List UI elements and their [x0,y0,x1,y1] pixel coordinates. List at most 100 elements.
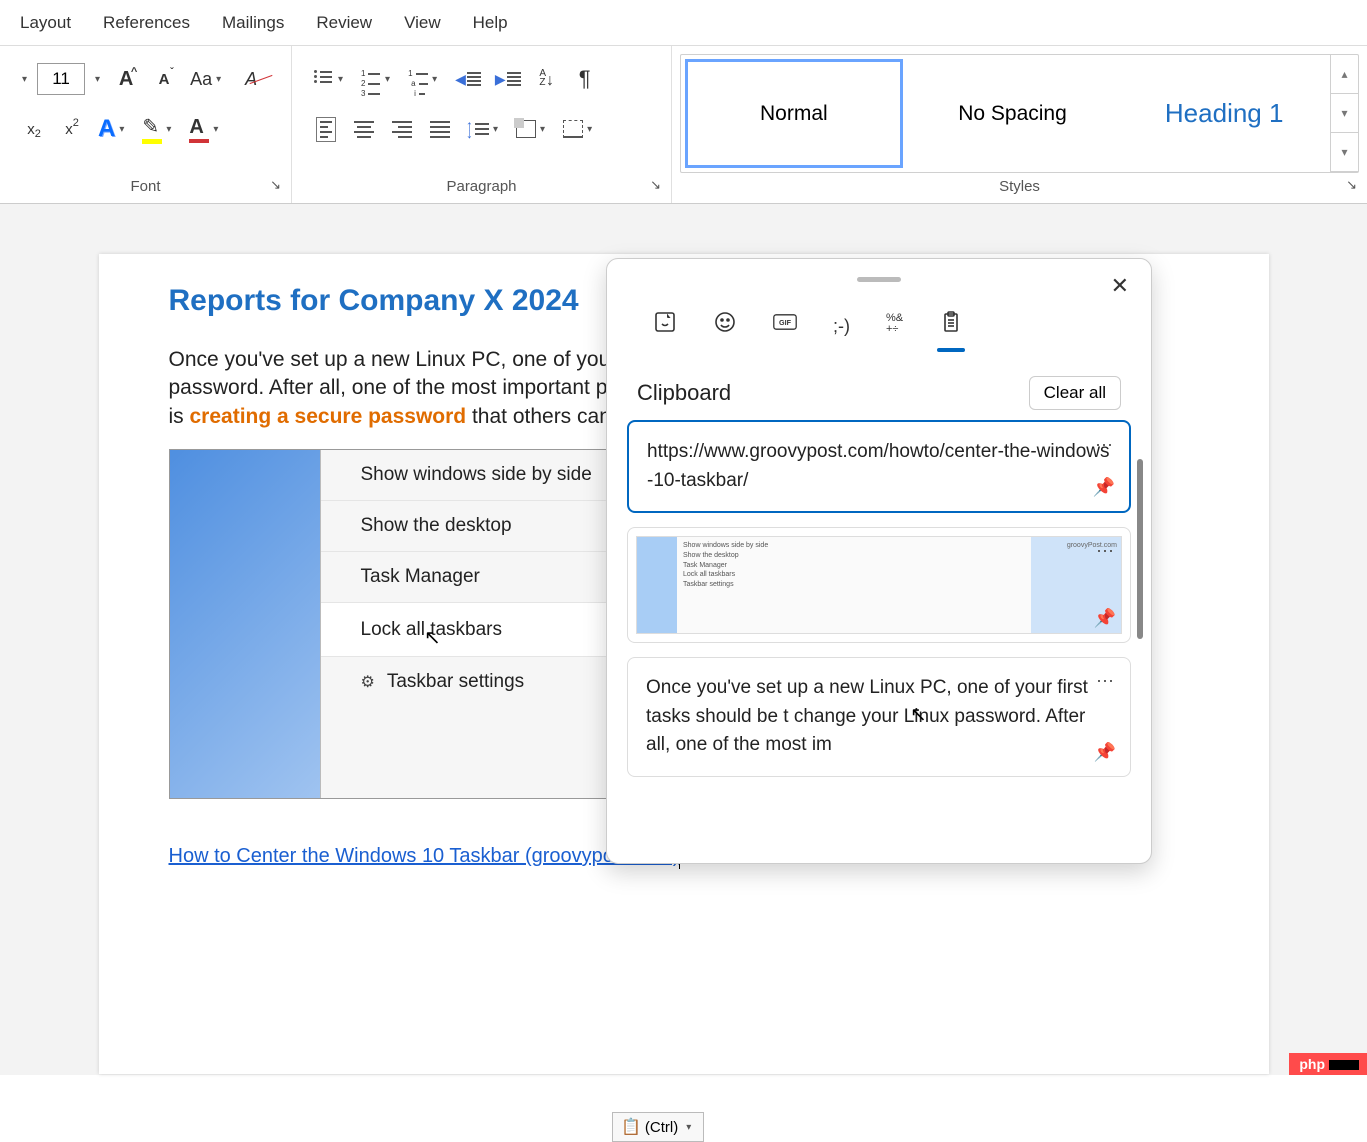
clipboard-header: Clipboard Clear all [607,364,1151,420]
menu-mailings[interactable]: Mailings [222,13,284,33]
cursor-icon: ↖ [424,625,441,650]
menu-view[interactable]: View [404,13,441,33]
show-hide-marks-button[interactable]: ¶ [569,63,601,95]
clip-item-paragraph[interactable]: Once you've set up a new Linux PC, one o… [627,657,1131,777]
paste-dropdown-arrow[interactable]: ▾ [682,1122,695,1133]
menu-references[interactable]: References [103,13,190,33]
clip-pin-button[interactable]: 📌 [1094,605,1116,632]
font-size-dropdown[interactable]: ▾ [91,74,104,85]
styles-more-button[interactable]: ▾ [1331,133,1358,172]
multilevel-list-button[interactable]: 1ai▾ [404,63,445,95]
highlight-button[interactable]: ✎▾ [138,113,179,145]
numbering-button[interactable]: 123▾ [357,63,398,95]
paste-options-button[interactable]: 📋 (Ctrl) ▾ [612,1112,704,1142]
superscript-button[interactable]: x2 [56,113,88,145]
clip-more-button[interactable]: ⋯ [1095,432,1115,459]
styles-up-button[interactable]: ▴ [1331,55,1358,94]
font-color-button[interactable]: A▾ [185,113,226,145]
tab-recent[interactable] [653,310,677,352]
ribbon-group-font: ▾ 11 ▾ A^ Aˇ Aa▾ A x2 x2 A▾ ✎▾ A▾ Font ↘ [0,46,292,203]
clear-all-button[interactable]: Clear all [1029,376,1121,410]
document-hyperlink[interactable]: How to Center the Windows 10 Taskbar (gr… [169,845,680,868]
align-center-button[interactable] [348,113,380,145]
styles-down-button[interactable]: ▾ [1331,94,1358,133]
clip-pin-button[interactable]: 📌 [1094,739,1116,766]
clip-thumbnail: Show windows side by side Show the deskt… [636,536,1122,634]
clipboard-title: Clipboard [637,380,731,406]
subscript-button[interactable]: x2 [18,113,50,145]
bullets-button[interactable]: ▾ [310,63,351,95]
ctx-item-settings-label: Taskbar settings [387,671,524,693]
paragraph-dialog-launcher[interactable]: ↘ [650,177,661,193]
shrink-font-button[interactable]: Aˇ [148,63,180,95]
tab-symbols[interactable]: %&+÷ [886,312,903,350]
increase-indent-button[interactable]: ▶ [491,63,525,95]
font-size-input[interactable]: 11 [37,63,85,95]
paragraph-group-label: Paragraph [446,178,516,195]
embedded-desktop-bg [170,450,320,798]
styles-dialog-launcher[interactable]: ↘ [1346,177,1357,193]
font-group-label: Font [130,178,160,195]
clip-pin-button[interactable]: 📌 [1093,474,1115,501]
menu-help[interactable]: Help [473,13,508,33]
align-justify-button[interactable] [424,113,456,145]
emoji-icon [713,310,737,334]
style-normal[interactable]: Normal [685,59,903,168]
align-right-button[interactable] [386,113,418,145]
styles-gallery[interactable]: Normal No Spacing Heading 1 ▴ ▾ ▾ [680,54,1359,173]
borders-button[interactable]: ▾ [559,113,600,145]
clip-item-image[interactable]: Show windows side by side Show the deskt… [627,527,1131,643]
clipboard-icon: 📋 [621,1117,641,1137]
clip-item-text: https://www.groovypost.com/howto/center-… [647,441,1110,491]
thumb-line-1: Show windows side by side [683,541,1025,551]
ribbon: ▾ 11 ▾ A^ Aˇ Aa▾ A x2 x2 A▾ ✎▾ A▾ Font ↘… [0,46,1367,204]
clipboard-scrollbar[interactable] [1137,459,1143,639]
clear-formatting-button[interactable]: A [235,63,267,95]
line-spacing-button[interactable]: ↑↓▾ [462,113,506,145]
thumb-line-4: Lock all taskbars [683,570,1025,580]
svg-text:GIF: GIF [779,318,792,327]
decrease-indent-button[interactable]: ◀ [451,63,485,95]
para-text-1: Once you've set up a new Linux PC, one o… [169,348,657,371]
gif-icon: GIF [773,310,797,334]
thumb-line-5: Taskbar settings [683,580,1025,590]
tab-emoji[interactable] [713,310,737,352]
change-case-button[interactable]: Aa▾ [186,63,229,95]
menu-layout[interactable]: Layout [20,13,71,33]
ribbon-group-styles: Normal No Spacing Heading 1 ▴ ▾ ▾ Styles… [672,46,1367,203]
clip-item-url[interactable]: https://www.groovypost.com/howto/center-… [627,420,1131,513]
clip-more-button[interactable]: ⋯ [1096,538,1116,565]
gear-icon: ⚙ [361,672,375,692]
thumb-line-2: Show the desktop [683,551,1025,561]
style-heading-1[interactable]: Heading 1 [1118,55,1330,172]
sort-button[interactable]: AZ↓ [531,63,563,95]
clip-item-text: Once you've set up a new Linux PC, one o… [646,677,1088,755]
grow-font-button[interactable]: A^ [110,63,142,95]
align-left-button[interactable] [310,113,342,145]
menu-review[interactable]: Review [316,13,372,33]
clip-more-button[interactable]: ⋯ [1096,668,1116,695]
symbols-icon: %&+÷ [886,313,903,335]
php-badge: php [1289,1053,1367,1075]
style-no-spacing[interactable]: No Spacing [907,55,1119,172]
kaomoji-icon: ;-) [833,316,850,336]
sticker-icon [653,310,677,334]
shading-button[interactable]: ▾ [512,113,553,145]
thumb-line-3: Task Manager [683,561,1025,571]
para-strong: creating a secure password [190,405,467,428]
text-effects-button[interactable]: A▾ [94,113,132,145]
clipboard-tabs: GIF ;-) %&+÷ [607,282,1151,364]
clipboard-panel: ✕ GIF ;-) %&+÷ Clipboard Clear all https… [606,258,1152,864]
close-button[interactable]: ✕ [1111,273,1129,299]
tab-gif[interactable]: GIF [773,310,797,352]
font-name-dropdown-arrow[interactable]: ▾ [18,74,31,85]
clipboard-tab-icon [939,310,963,334]
menu-bar: Layout References Mailings Review View H… [0,0,1367,46]
clipboard-list: https://www.groovypost.com/howto/center-… [607,420,1151,791]
para-text-2: password. After all, one of the most imp… [169,376,660,399]
tab-kaomoji[interactable]: ;-) [833,312,850,350]
tab-clipboard[interactable] [939,310,963,352]
font-dialog-launcher[interactable]: ↘ [270,177,281,193]
paste-ctrl-label: (Ctrl) [645,1119,678,1136]
styles-gallery-nav: ▴ ▾ ▾ [1330,55,1358,172]
